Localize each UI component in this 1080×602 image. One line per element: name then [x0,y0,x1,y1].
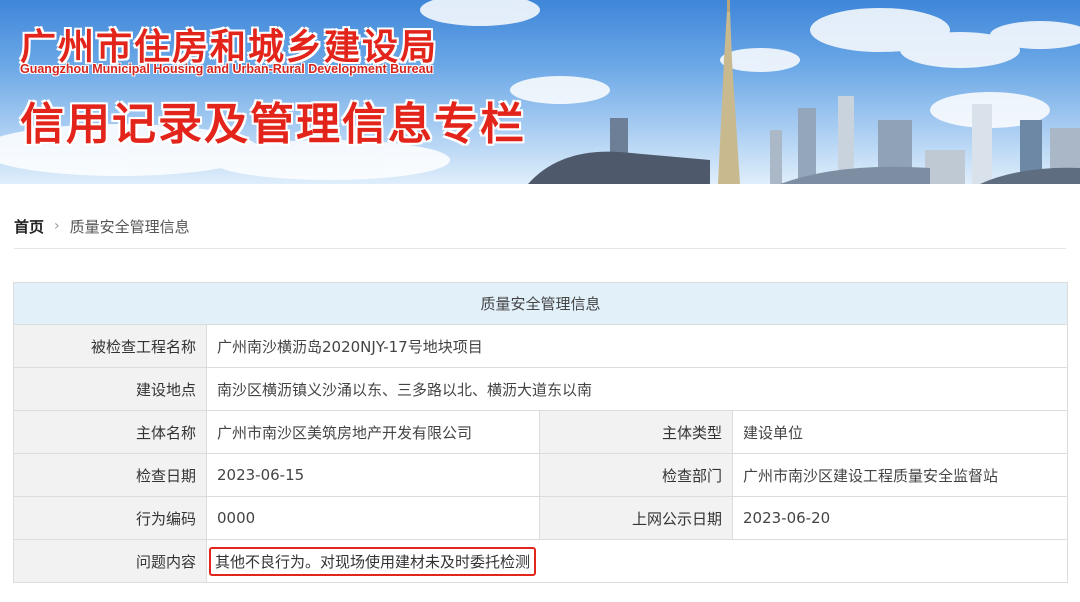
chevron-right-icon: › [54,218,60,234]
table-row: 行为编码 0000 上网公示日期 2023-06-20 [13,496,1069,540]
issue-content-highlight: 其他不良行为。对现场使用建材未及时委托检测 [209,546,537,576]
quality-safety-info-table: 质量安全管理信息 被检查工程名称 广州南沙横沥岛2020NJY-17号地块项目 … [12,282,1069,583]
breadcrumb: 首页 › 质量安全管理信息 [14,204,1066,249]
bureau-title-en: Guangzhou Municipal Housing and Urban-Ru… [20,62,434,76]
table-header-row: 质量安全管理信息 [12,282,1069,325]
table-row: 问题内容 其他不良行为。对现场使用建材未及时委托检测 [13,539,1069,583]
table-row: 主体名称 广州市南沙区美筑房地产开发有限公司 主体类型 建设单位 [13,410,1069,454]
issue-label: 问题内容 [13,539,207,583]
publish-date-value: 2023-06-20 [731,496,1069,540]
issue-cell: 其他不良行为。对现场使用建材未及时委托检测 [205,539,1069,583]
breadcrumb-current: 质量安全管理信息 [69,217,190,236]
location-label: 建设地点 [13,367,207,411]
column-title: 信用记录及管理信息专栏 [20,99,526,150]
behavior-code-label: 行为编码 [13,496,207,540]
subject-name-value: 广州市南沙区美筑房地产开发有限公司 [206,410,540,454]
check-dept-label: 检查部门 [539,453,733,497]
project-name-label: 被检查工程名称 [13,324,207,368]
subject-name-label: 主体名称 [13,410,207,454]
table-row: 检查日期 2023-06-15 检查部门 广州市南沙区建设工程质量安全监督站 [13,453,1069,497]
breadcrumb-home-link[interactable]: 首页 [14,216,44,237]
table-row: 建设地点 南沙区横沥镇义沙涌以东、三多路以北、横沥大道东以南 [13,367,1069,411]
table-row: 被检查工程名称 广州南沙横沥岛2020NJY-17号地块项目 [13,324,1069,368]
subject-type-value: 建设单位 [731,410,1069,454]
location-value: 南沙区横沥镇义沙涌以东、三多路以北、横沥大道东以南 [205,367,1069,411]
publish-date-label: 上网公示日期 [539,496,733,540]
behavior-code-value: 0000 [206,496,540,540]
header-banner: 广州市住房和城乡建设局 Guangzhou Municipal Housing … [0,0,1080,184]
table-heading: 质量安全管理信息 [12,282,1069,325]
check-date-label: 检查日期 [13,453,207,497]
check-date-value: 2023-06-15 [206,453,540,497]
project-name-value: 广州南沙横沥岛2020NJY-17号地块项目 [205,324,1069,368]
subject-type-label: 主体类型 [539,410,733,454]
check-dept-value: 广州市南沙区建设工程质量安全监督站 [731,453,1069,497]
